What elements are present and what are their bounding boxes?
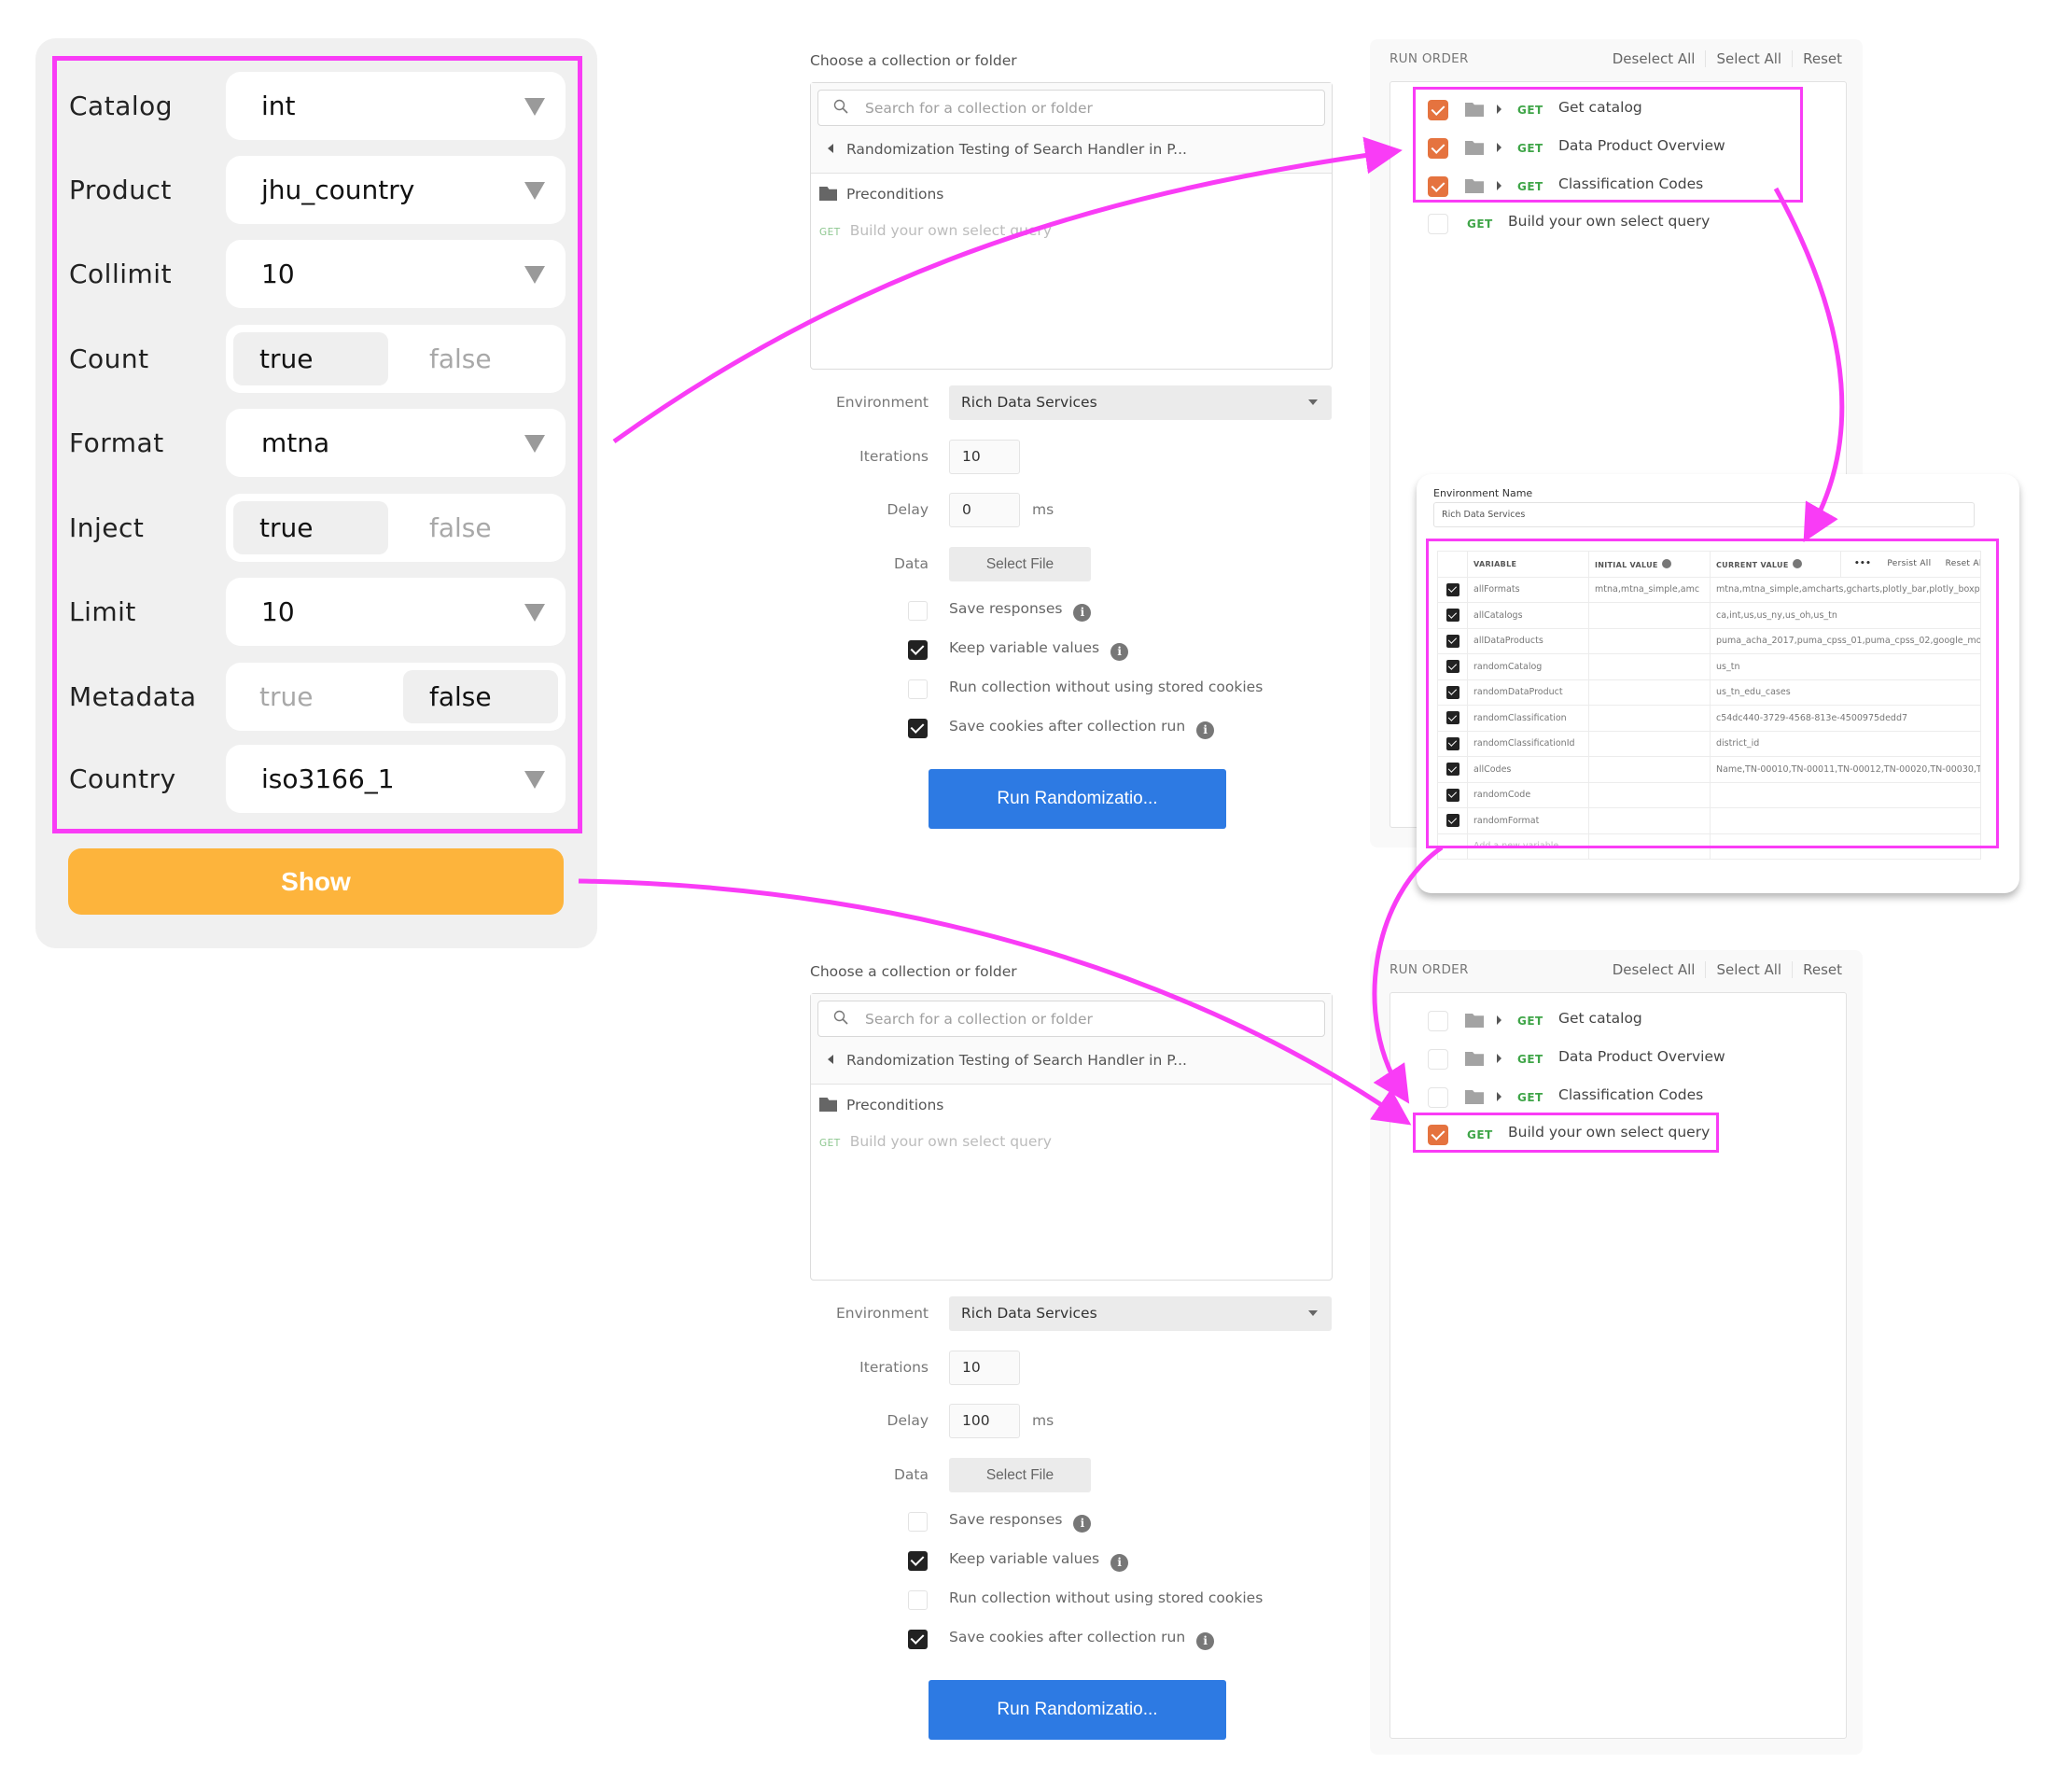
arrow-run-order-to-environment [1773,187,1845,543]
arrow-environment-to-final-run-order [1372,845,1444,1104]
arrow-form-to-run-order [612,136,1403,444]
annotation-arrows [578,136,1845,1126]
arrow-show-to-final-run-order [578,878,1412,1126]
